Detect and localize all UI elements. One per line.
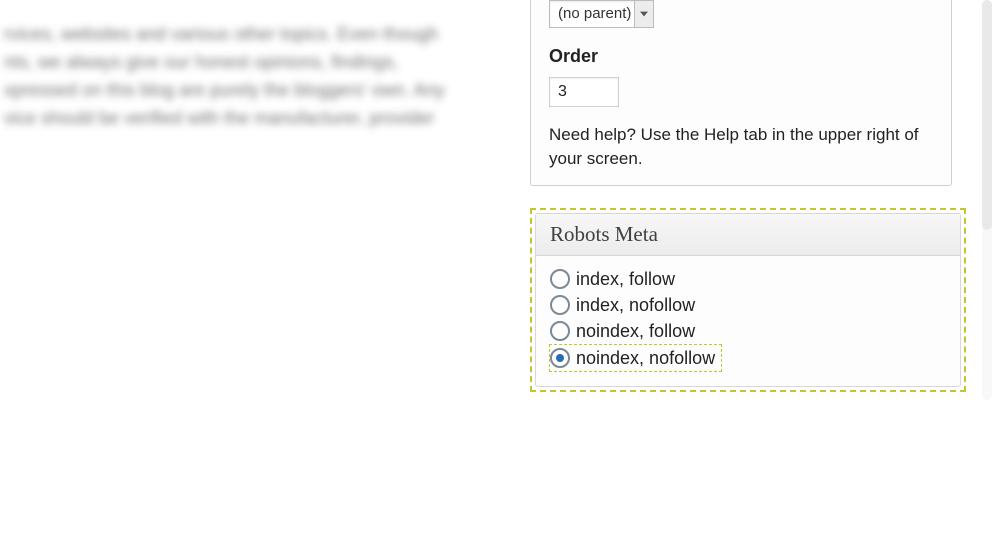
robots-meta-metabox: Robots Meta index, follow index, nofollo… — [535, 213, 961, 387]
robots-option-noindex-nofollow[interactable]: noindex, nofollow — [549, 344, 722, 372]
page-attributes-metabox: (no parent) Order Need help? Use the Hel… — [530, 0, 952, 186]
order-input[interactable] — [549, 77, 619, 107]
radio-icon — [550, 321, 570, 341]
order-label: Order — [549, 46, 933, 67]
robots-option-index-follow[interactable]: index, follow — [550, 266, 946, 292]
robots-option-label: noindex, follow — [576, 318, 695, 344]
editor-blurred-content: rvices, websites and various other topic… — [0, 20, 480, 132]
radio-icon — [550, 295, 570, 315]
radio-icon — [550, 269, 570, 289]
radio-icon — [550, 348, 570, 368]
robots-meta-title: Robots Meta — [536, 214, 960, 256]
robots-meta-highlight: Robots Meta index, follow index, nofollo… — [530, 208, 966, 392]
scrollbar-thumb[interactable] — [982, 0, 992, 230]
chevron-down-icon — [634, 1, 653, 27]
parent-select[interactable]: (no parent) — [549, 0, 654, 28]
robots-option-noindex-follow[interactable]: noindex, follow — [550, 318, 946, 344]
sidebar: (no parent) Order Need help? Use the Hel… — [530, 0, 960, 392]
parent-select-value: (no parent) — [558, 5, 631, 22]
robots-option-label: noindex, nofollow — [576, 345, 715, 371]
help-text: Need help? Use the Help tab in the upper… — [549, 123, 933, 171]
robots-option-label: index, follow — [576, 266, 675, 292]
blurred-line: vice should be verified with the manufac… — [0, 104, 480, 132]
robots-option-label: index, nofollow — [576, 292, 695, 318]
blurred-line: rvices, websites and various other topic… — [0, 20, 480, 48]
scrollbar[interactable] — [982, 0, 992, 400]
blurred-line: nts, we always give our honest opinions,… — [0, 48, 480, 76]
robots-meta-options: index, follow index, nofollow noindex, f… — [536, 256, 960, 386]
robots-option-index-nofollow[interactable]: index, nofollow — [550, 292, 946, 318]
blurred-line: xpressed on this blog are purely the blo… — [0, 76, 480, 104]
